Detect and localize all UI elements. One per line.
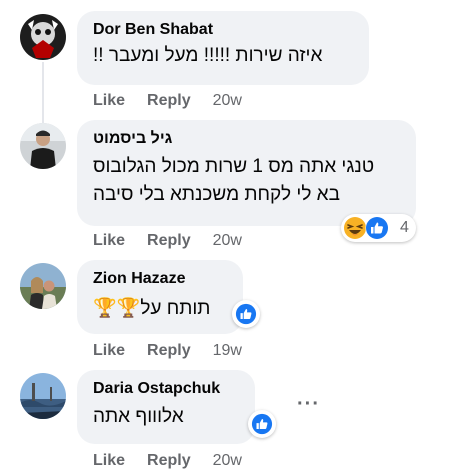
comment-actions: Like Reply 20w [93, 452, 242, 470]
laughing-emoji-icon [344, 217, 366, 239]
like-thumb-icon [235, 303, 257, 325]
comment-text: איזה שירות !!!!! מעל ומעבר !! [93, 45, 323, 66]
like-button[interactable]: Like [93, 452, 125, 469]
avatar[interactable] [20, 263, 66, 309]
comment-author[interactable]: Daria Ostapchuk [93, 380, 239, 398]
reply-button[interactable]: Reply [147, 92, 191, 109]
comment-text-line: בא לי לקחת משכנתא בלי סיבה [93, 184, 340, 205]
like-button[interactable]: Like [93, 92, 125, 109]
like-thumb-icon [365, 216, 389, 240]
comment-actions: Like Reply 20w [93, 232, 242, 250]
more-options-icon[interactable]: ··· [297, 393, 320, 416]
avatar[interactable] [20, 14, 66, 60]
comment-bubble: גיל ביסמוט טנגי אתה מס 1 שרות מכול הגלוב… [77, 120, 416, 226]
comment-timestamp[interactable]: 19w [213, 342, 242, 359]
thread-line [42, 62, 44, 130]
reply-button[interactable]: Reply [147, 452, 191, 469]
comment-text: אלוווף אתה [93, 406, 184, 427]
comment-text-line: טנגי אתה מס 1 שרות מכול הגלובוס [93, 156, 375, 177]
comment-timestamp[interactable]: 20w [213, 452, 242, 469]
comment-bubble: Daria Ostapchuk אלוווף אתה [77, 370, 255, 444]
comment-bubble: Dor Ben Shabat איזה שירות !!!!! מעל ומעב… [77, 11, 369, 85]
comment-timestamp[interactable]: 20w [213, 232, 242, 249]
avatar[interactable] [20, 373, 66, 419]
reply-button[interactable]: Reply [147, 232, 191, 249]
reply-button[interactable]: Reply [147, 342, 191, 359]
comment-bubble: Zion Hazaze תותח על🏆🏆 [77, 260, 243, 334]
like-button[interactable]: Like [93, 232, 125, 249]
comment-actions: Like Reply 20w [93, 92, 242, 110]
reaction-summary[interactable] [232, 300, 260, 328]
comment-text: תותח על🏆🏆 [93, 298, 211, 319]
reaction-summary[interactable] [248, 410, 276, 438]
reaction-summary[interactable]: 4 [341, 214, 416, 242]
like-button[interactable]: Like [93, 342, 125, 359]
avatar[interactable] [20, 123, 66, 169]
comment-author[interactable]: Dor Ben Shabat [93, 21, 353, 39]
comment-actions: Like Reply 19w [93, 342, 242, 360]
comment-author[interactable]: גיל ביסמוט [93, 130, 400, 148]
comment-timestamp[interactable]: 20w [213, 92, 242, 109]
comment-author[interactable]: Zion Hazaze [93, 270, 227, 288]
like-thumb-icon [251, 413, 273, 435]
reaction-count: 4 [400, 219, 409, 236]
